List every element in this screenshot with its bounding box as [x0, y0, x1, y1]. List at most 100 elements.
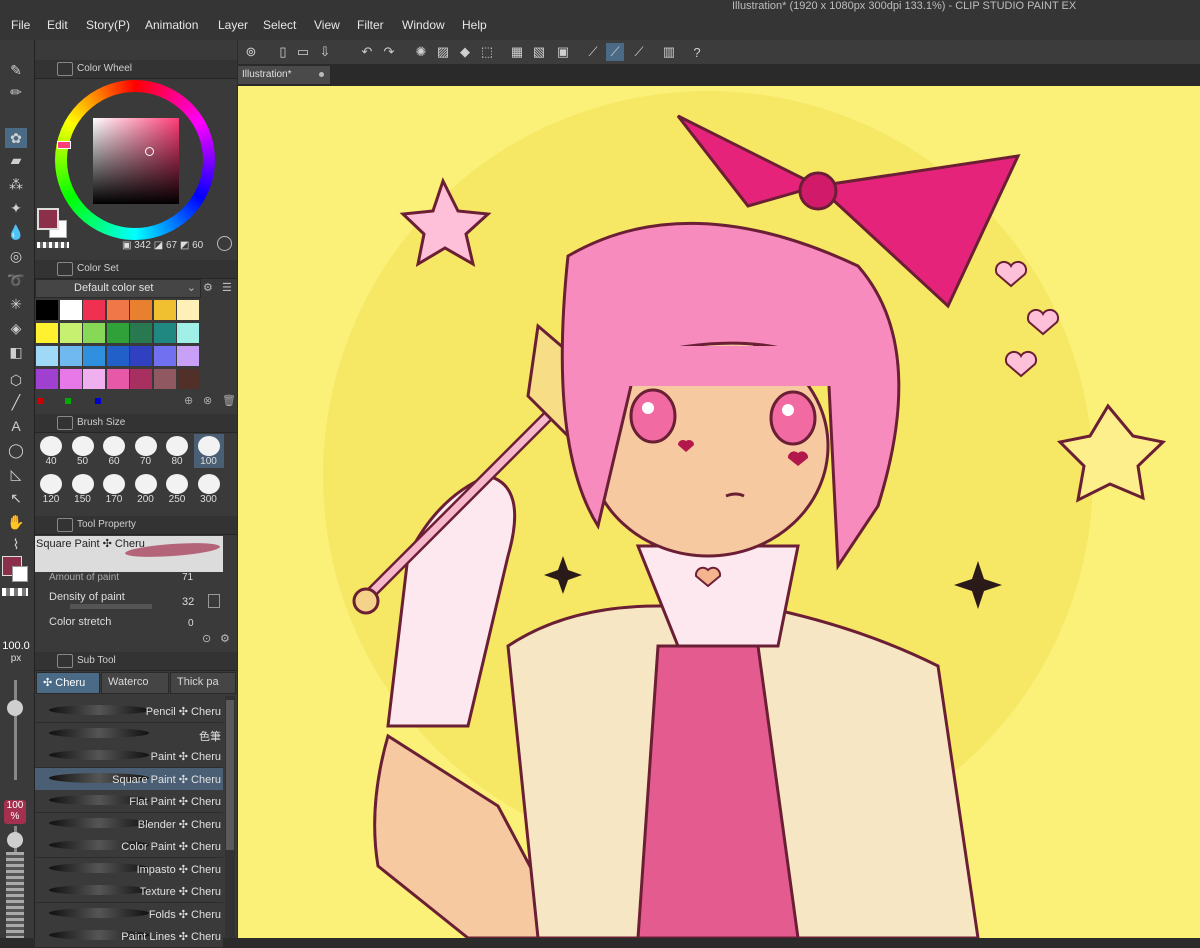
open-file-icon[interactable]: ▭: [294, 43, 312, 61]
clear-icon[interactable]: ▨: [434, 43, 452, 61]
tab-modified-icon[interactable]: [319, 72, 324, 77]
color-swatch[interactable]: [130, 300, 152, 320]
brush-size-preset[interactable]: 80: [162, 434, 192, 468]
sub-tool-tab-2[interactable]: Thick pa: [170, 672, 236, 694]
menu-filter[interactable]: Filter: [357, 18, 384, 32]
brush-size-preset[interactable]: 50: [68, 434, 98, 468]
wheel-main-color-chip[interactable]: [37, 208, 59, 230]
color-swatch[interactable]: [83, 346, 105, 366]
menu-file[interactable]: File: [11, 18, 30, 32]
add-color-icon[interactable]: ⊕: [184, 394, 193, 407]
brush-size-preset[interactable]: 60: [99, 434, 129, 468]
selection-mask-icon[interactable]: ▣: [554, 43, 572, 61]
sub-tool-brush-item[interactable]: Texture ✣ Cheru: [35, 880, 223, 903]
color-swatch[interactable]: [83, 369, 105, 389]
sub-tool-tab-0[interactable]: ✣ Cheru: [36, 672, 100, 694]
eraser-tool-icon[interactable]: ▰: [5, 150, 27, 170]
prop-density-pressure-icon[interactable]: [208, 594, 220, 608]
sub-tool-brush-item[interactable]: Square Paint ✣ Cheru: [35, 767, 223, 791]
color-swatch[interactable]: [130, 369, 152, 389]
fill-command-icon[interactable]: ◆: [456, 43, 474, 61]
sub-color-chip[interactable]: [12, 566, 28, 582]
move-tool-icon[interactable]: ✋: [5, 512, 27, 532]
menu-layer[interactable]: Layer: [218, 18, 248, 32]
snap-special-ruler-icon[interactable]: ⟋: [606, 43, 624, 61]
menu-animation[interactable]: Animation: [145, 18, 198, 32]
menu-select[interactable]: Select: [263, 18, 296, 32]
sub-tool-brush-item[interactable]: Paint ✣ Cheru: [35, 745, 223, 768]
brush-size-preset[interactable]: 120: [36, 472, 66, 506]
save-icon[interactable]: ⇩: [316, 43, 334, 61]
color-set-settings-icon[interactable]: ⚙: [203, 281, 213, 294]
tool-settings-icon[interactable]: ⚙: [220, 632, 230, 645]
balloon-tool-icon[interactable]: ◯: [5, 440, 27, 460]
sub-tool-scrollbar-thumb[interactable]: [226, 700, 234, 850]
replace-color-icon[interactable]: ⊗: [203, 394, 212, 407]
canvas[interactable]: [238, 86, 1200, 938]
redo-icon[interactable]: ↷: [380, 43, 398, 61]
wheel-transparent-icon[interactable]: [37, 242, 69, 248]
operation-tool-icon[interactable]: ↖: [5, 488, 27, 508]
airbrush-tool-icon[interactable]: ⁂: [5, 174, 27, 194]
selection-off-icon[interactable]: ▦: [508, 43, 526, 61]
color-swatch[interactable]: [36, 369, 58, 389]
invert-selection-icon[interactable]: ▧: [530, 43, 548, 61]
eyedropper-tool-icon[interactable]: ⌇: [5, 534, 27, 554]
prop-stretch-value[interactable]: 0: [188, 618, 194, 629]
color-set-dropdown[interactable]: Default color set ⌄: [35, 279, 201, 298]
hue-cursor[interactable]: [57, 141, 71, 149]
brush-size-preset[interactable]: 40: [36, 434, 66, 468]
color-swatch[interactable]: [177, 369, 199, 389]
brush-size-preset[interactable]: 170: [99, 472, 129, 506]
color-swatch[interactable]: [106, 369, 129, 389]
menu-window[interactable]: Window: [402, 18, 445, 32]
undo-icon[interactable]: ↶: [358, 43, 376, 61]
color-swatch[interactable]: [59, 323, 82, 343]
color-swatch[interactable]: [36, 300, 58, 320]
snap-ruler-icon[interactable]: ⟋: [584, 43, 602, 61]
color-swatch[interactable]: [59, 369, 82, 389]
3d-tool-icon[interactable]: ⬡: [5, 370, 27, 390]
brush-size-preset[interactable]: 100: [193, 434, 224, 468]
color-swatch[interactable]: [36, 346, 58, 366]
brush-size-slider-thumb[interactable]: [7, 700, 23, 716]
color-swatch[interactable]: [59, 300, 82, 320]
menu-edit[interactable]: Edit: [47, 18, 68, 32]
sub-tool-brush-item[interactable]: Folds ✣ Cheru: [35, 902, 223, 926]
help-icon[interactable]: ?: [688, 43, 706, 61]
color-swatch[interactable]: [153, 323, 176, 343]
saturation-value-square[interactable]: [93, 118, 179, 204]
sub-tool-brush-item[interactable]: Blender ✣ Cheru: [35, 812, 223, 836]
color-swatch[interactable]: [177, 346, 199, 366]
opacity-slider-thumb[interactable]: [7, 832, 23, 848]
sub-tool-brush-item[interactable]: Flat Paint ✣ Cheru: [35, 790, 223, 813]
sub-tool-tab-1[interactable]: Waterco: [101, 672, 169, 694]
document-tab[interactable]: Illustration*: [238, 66, 330, 84]
gradient-tool-icon[interactable]: ◧: [5, 342, 27, 362]
auto-select-icon[interactable]: ✳: [5, 294, 27, 314]
line-tool-icon[interactable]: ╱: [5, 392, 27, 412]
brush-tool-icon[interactable]: ✿: [5, 128, 27, 148]
app-icon[interactable]: ⊚: [242, 43, 260, 61]
color-swatch[interactable]: [177, 323, 199, 343]
color-swatch[interactable]: [153, 369, 176, 389]
snap-grid-icon[interactable]: ⟋: [630, 43, 648, 61]
color-swatch[interactable]: [153, 300, 176, 320]
pencil-tool-icon[interactable]: ✏: [5, 82, 27, 102]
menu-story[interactable]: Story(P): [86, 18, 130, 32]
delete-color-icon[interactable]: 🗑: [222, 394, 236, 407]
brush-size-preset[interactable]: 250: [162, 472, 192, 506]
blend-tool-icon[interactable]: 💧: [5, 222, 27, 242]
prop-density-slider[interactable]: [70, 604, 152, 609]
sub-tool-brush-item[interactable]: Color Paint ✣ Cheru: [35, 835, 223, 858]
sub-tool-brush-item[interactable]: Paint Lines ✣ Cheru: [35, 925, 223, 948]
brush-size-slider-track[interactable]: [14, 680, 17, 780]
tool-detail-icon[interactable]: ⊙: [202, 632, 211, 645]
brush-size-header[interactable]: Brush Size: [35, 414, 237, 433]
figure-tool-icon[interactable]: ◎: [5, 246, 27, 266]
color-swatch[interactable]: [59, 346, 82, 366]
sub-tool-brush-item[interactable]: Impasto ✣ Cheru: [35, 857, 223, 881]
brush-size-preset[interactable]: 300: [194, 472, 224, 506]
color-swatch[interactable]: [130, 323, 152, 343]
pen-tool-icon[interactable]: ✎: [5, 60, 27, 80]
